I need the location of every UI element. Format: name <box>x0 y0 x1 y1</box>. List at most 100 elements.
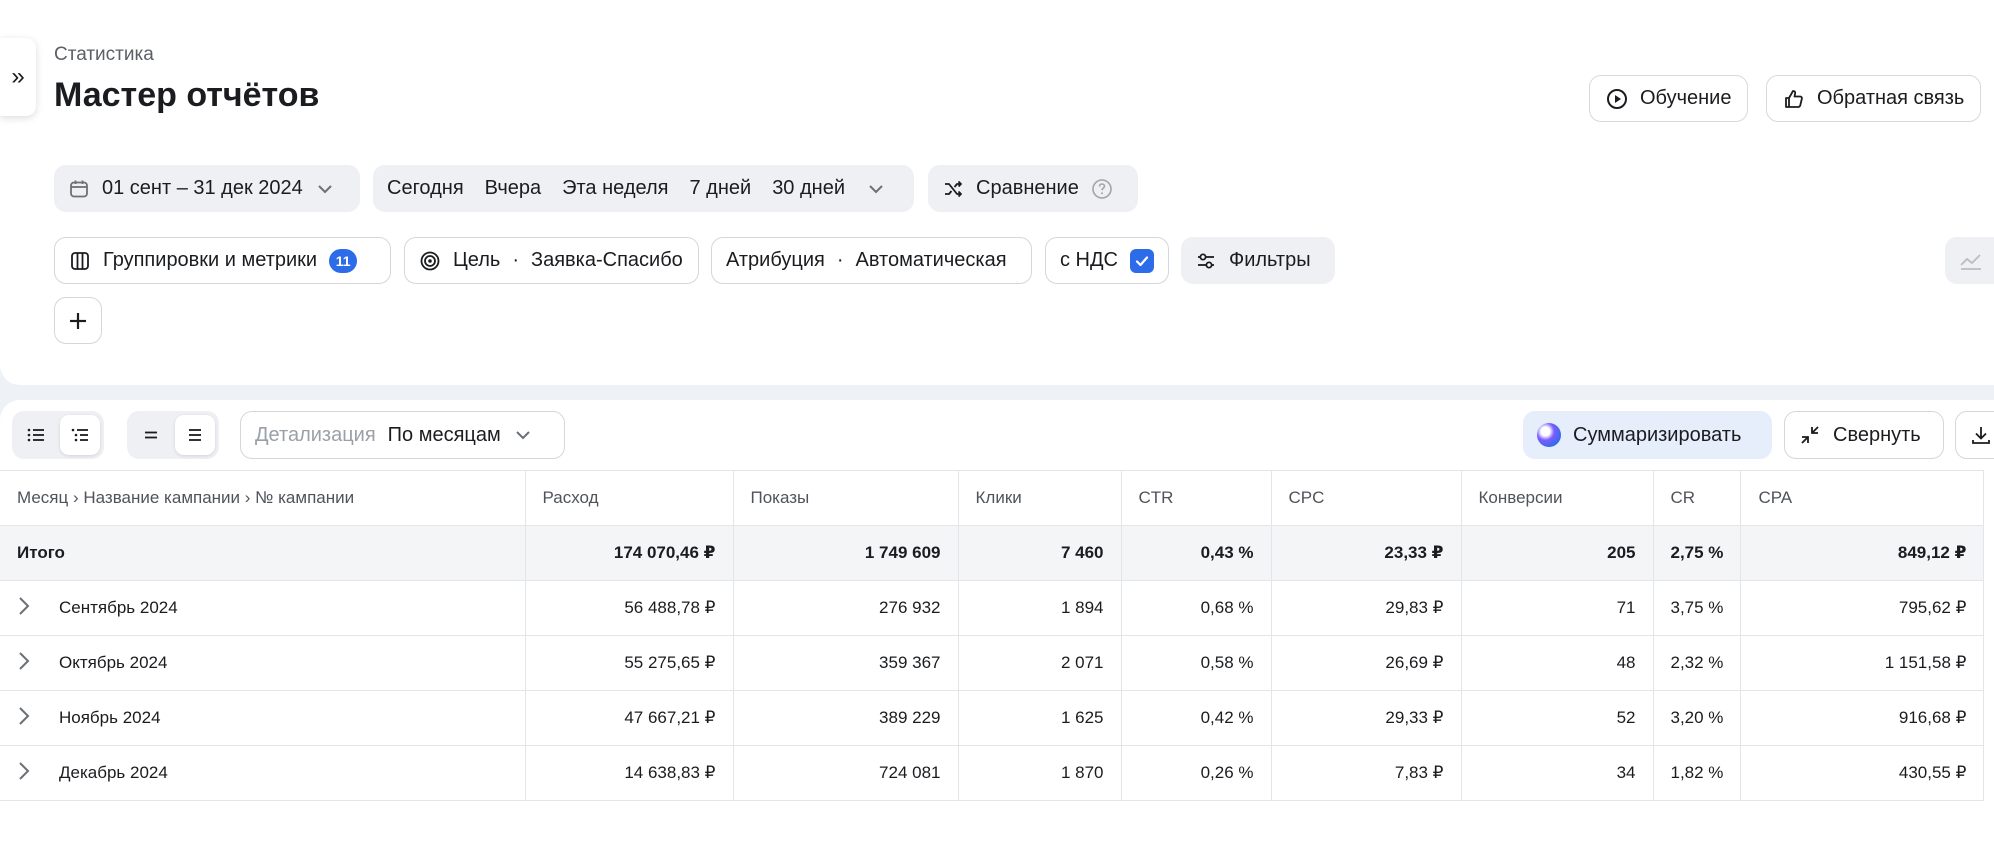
column-header-spend[interactable]: Расход <box>525 470 734 526</box>
chart-toggle-button[interactable] <box>1945 237 1994 284</box>
date-range-picker[interactable]: 01 сент – 31 дек 2024 <box>54 165 360 212</box>
expand-row-chevron-icon[interactable] <box>17 650 43 677</box>
sliders-icon <box>1195 250 1217 272</box>
top-panel: » Статистика Мастер отчётов Обучение Обр… <box>0 0 1994 385</box>
vat-toggle[interactable]: с НДС <box>1045 237 1169 284</box>
summarize-label: Суммаризировать <box>1573 423 1742 446</box>
row-label: Октябрь 2024 <box>59 652 168 672</box>
density-switch <box>127 411 219 459</box>
list-view-option[interactable] <box>16 415 56 455</box>
compact-density-option[interactable] <box>131 415 171 455</box>
vat-checkbox[interactable] <box>1130 248 1154 273</box>
preset-30-days[interactable]: 30 дней <box>772 177 845 200</box>
table-cell: 29,33 ₽ <box>1271 690 1462 746</box>
attribution-selector[interactable]: Атрибуция · Автоматическая <box>711 237 1032 284</box>
table-cell: 34 <box>1461 745 1654 801</box>
target-icon <box>419 250 441 272</box>
preset-this-week[interactable]: Эта неделя <box>562 177 668 200</box>
compare-button[interactable]: Сравнение <box>928 165 1138 212</box>
row-label: Декабрь 2024 <box>59 762 168 782</box>
table-cell: 1 151,58 ₽ <box>1740 635 1985 691</box>
column-header-ctr[interactable]: CTR <box>1121 470 1272 526</box>
column-header-clicks[interactable]: Клики <box>958 470 1122 526</box>
feedback-button[interactable]: Обратная связь <box>1766 75 1982 122</box>
table-cell: 1 625 <box>958 690 1122 746</box>
table-cell: 916,68 ₽ <box>1740 690 1985 746</box>
total-cell: 174 070,46 ₽ <box>525 525 734 581</box>
calendar-icon <box>68 178 90 200</box>
tree-view-option[interactable] <box>60 415 100 455</box>
table-cell: 48 <box>1461 635 1654 691</box>
column-header-cpc[interactable]: CPC <box>1271 470 1462 526</box>
expand-row-chevron-icon[interactable] <box>17 705 43 732</box>
row-label: Ноябрь 2024 <box>59 707 161 727</box>
row-label: Сентябрь 2024 <box>59 597 178 617</box>
total-cell: 23,33 ₽ <box>1271 525 1462 581</box>
table-cell: 359 367 <box>733 635 959 691</box>
check-icon <box>1135 255 1149 266</box>
preset-yesterday[interactable]: Вчера <box>485 177 541 200</box>
attribution-value: Автоматическая <box>855 249 1007 271</box>
table-cell: 2,32 % <box>1653 635 1742 691</box>
table-cell: 47 667,21 ₽ <box>525 690 734 746</box>
thumbs-up-icon <box>1783 88 1805 110</box>
goal-value: Заявка-Спасибо <box>531 249 683 271</box>
preset-7-days[interactable]: 7 дней <box>689 177 751 200</box>
total-cell: 7 460 <box>958 525 1122 581</box>
table-row: Ноябрь 2024 47 667,21 ₽ 389 229 1 625 0,… <box>0 690 1985 746</box>
ai-orb-icon <box>1537 423 1561 447</box>
chevron-down-icon[interactable] <box>866 179 886 199</box>
filters-label: Фильтры <box>1229 249 1311 271</box>
preset-today[interactable]: Сегодня <box>387 177 464 200</box>
detail-value: По месяцам <box>387 423 501 446</box>
download-button[interactable] <box>1955 411 1994 459</box>
table-cell: 26,69 ₽ <box>1271 635 1462 691</box>
report-panel: Детализация По месяцам Суммаризировать С… <box>0 400 1994 843</box>
table-cell: 29,83 ₽ <box>1271 580 1462 636</box>
column-header-grouping[interactable]: Месяц › Название кампании › № кампании <box>0 470 526 526</box>
play-circle-icon <box>1606 88 1628 110</box>
learning-button[interactable]: Обучение <box>1589 75 1749 122</box>
goal-selector[interactable]: Цель · Заявка-Спасибо <box>404 237 699 284</box>
collapse-button[interactable]: Свернуть <box>1784 411 1944 459</box>
total-label: Итого <box>0 525 526 581</box>
groupings-count-badge: 11 <box>329 248 358 273</box>
add-filter-button[interactable] <box>54 297 102 344</box>
total-cell: 205 <box>1461 525 1654 581</box>
period-presets: Сегодня Вчера Эта неделя 7 дней 30 дней <box>373 165 914 212</box>
help-icon[interactable] <box>1091 178 1113 200</box>
table-cell: 71 <box>1461 580 1654 636</box>
column-header-cr[interactable]: CR <box>1653 470 1742 526</box>
total-row: Итого 174 070,46 ₽ 1 749 609 7 460 0,43 … <box>0 525 1985 581</box>
double-chevron-right-icon: » <box>11 63 25 90</box>
feedback-label: Обратная связь <box>1817 87 1965 109</box>
column-header-impressions[interactable]: Показы <box>733 470 959 526</box>
view-mode-switch <box>12 411 104 459</box>
column-header-conversions[interactable]: Конверсии <box>1461 470 1654 526</box>
attribution-label: Атрибуция <box>726 249 825 271</box>
breadcrumb[interactable]: Статистика <box>54 44 154 66</box>
summarize-button[interactable]: Суммаризировать <box>1523 411 1772 459</box>
column-header-cpa[interactable]: CPA <box>1740 470 1985 526</box>
regular-density-option[interactable] <box>175 415 215 455</box>
table-header-row: Месяц › Название кампании › № кампании Р… <box>0 470 1985 526</box>
table-cell: 1 894 <box>958 580 1122 636</box>
table-cell: 1,82 % <box>1653 745 1742 801</box>
groupings-metrics-button[interactable]: Группировки и метрики 11 <box>54 237 391 284</box>
table-cell: 1 870 <box>958 745 1122 801</box>
compact-rows-icon <box>145 431 157 439</box>
detail-selector[interactable]: Детализация По месяцам <box>240 411 565 459</box>
expand-sidebar-button[interactable]: » <box>0 38 36 116</box>
row-label-cell: Ноябрь 2024 <box>0 690 526 746</box>
table-cell: 389 229 <box>733 690 959 746</box>
row-label-cell: Декабрь 2024 <box>0 745 526 801</box>
expand-row-chevron-icon[interactable] <box>17 760 43 787</box>
detail-label: Детализация <box>255 423 376 446</box>
filters-button[interactable]: Фильтры <box>1181 237 1335 284</box>
regular-rows-icon <box>189 429 201 441</box>
chevron-down-icon <box>315 179 335 199</box>
expand-row-chevron-icon[interactable] <box>17 595 43 622</box>
chevron-down-icon <box>513 425 533 445</box>
learning-label: Обучение <box>1640 87 1732 109</box>
total-cell: 1 749 609 <box>733 525 959 581</box>
